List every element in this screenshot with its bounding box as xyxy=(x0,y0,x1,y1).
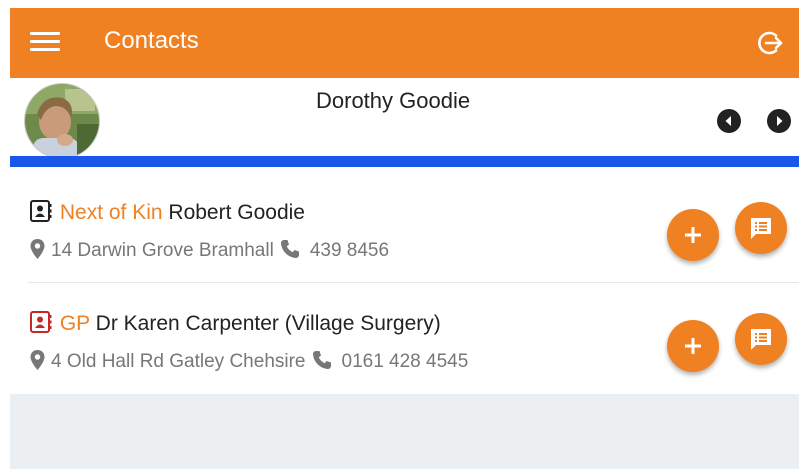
contact-address: 4 Old Hall Rd Gatley Chehsire xyxy=(51,351,306,372)
phone-icon xyxy=(280,240,299,258)
list-divider xyxy=(28,282,799,283)
notes-button[interactable] xyxy=(735,202,787,254)
contact-phone[interactable]: 0161 428 4545 xyxy=(342,351,469,372)
contact-item: GP Dr Karen Carpenter (Village Surgery) … xyxy=(10,294,799,404)
chevron-right-circle-icon[interactable] xyxy=(767,109,791,133)
contact-role: Next of Kin xyxy=(59,201,163,224)
plus-icon xyxy=(685,338,701,354)
contact-title: Next of Kin Robert Goodie xyxy=(30,199,305,225)
contact-details: 4 Old Hall Rd Gatley Chehsire 0161 428 4… xyxy=(30,350,468,373)
profile-divider xyxy=(10,156,799,167)
contact-role: GP xyxy=(59,312,90,335)
contact-phone[interactable]: 439 8456 xyxy=(310,240,389,261)
page-title: Contacts xyxy=(104,27,199,54)
plus-icon xyxy=(685,227,701,243)
contact-name: Dr Karen Carpenter (Village Surgery) xyxy=(95,312,441,335)
contact-address: 14 Darwin Grove Bramhall xyxy=(51,240,274,261)
phone-icon xyxy=(312,351,331,369)
add-button[interactable] xyxy=(667,209,719,261)
contact-name: Robert Goodie xyxy=(168,201,305,224)
profile-header: Dorothy Goodie xyxy=(10,78,799,159)
contact-card-icon xyxy=(30,200,52,222)
logout-icon[interactable] xyxy=(756,29,784,57)
patient-name: Dorothy Goodie xyxy=(316,88,471,113)
contact-item: Next of Kin Robert Goodie 14 Darwin Grov… xyxy=(10,183,799,293)
map-pin-icon xyxy=(30,239,45,259)
notes-button[interactable] xyxy=(735,313,787,365)
empty-footer-area xyxy=(10,394,799,469)
contact-card-icon xyxy=(30,311,52,333)
chevron-left-circle-icon[interactable] xyxy=(717,109,741,133)
add-button[interactable] xyxy=(667,320,719,372)
message-icon xyxy=(751,218,771,239)
contact-details: 14 Darwin Grove Bramhall 439 8456 xyxy=(30,239,389,262)
avatar[interactable] xyxy=(24,83,100,159)
app-frame: Contacts Dorothy Goodie Next of Kin Robe… xyxy=(10,8,799,469)
map-pin-icon xyxy=(30,350,45,370)
message-icon xyxy=(751,329,771,350)
contact-title: GP Dr Karen Carpenter (Village Surgery) xyxy=(30,310,441,336)
hamburger-menu-icon[interactable] xyxy=(30,32,60,52)
top-app-bar: Contacts xyxy=(10,8,799,78)
